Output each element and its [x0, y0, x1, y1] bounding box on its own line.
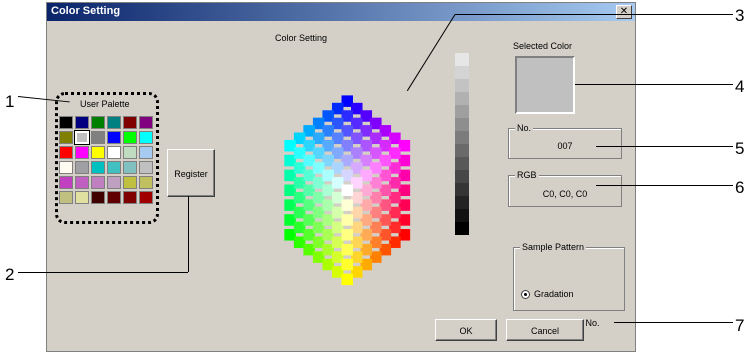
leader-3 — [455, 14, 733, 15]
rgb-value: C0, C0, C0 — [542, 189, 588, 199]
leader-2-v — [188, 196, 189, 272]
callout-4: 4 — [735, 77, 745, 96]
gray-cell[interactable] — [455, 92, 469, 105]
gray-cell[interactable] — [455, 79, 469, 92]
gray-cell[interactable] — [455, 170, 469, 183]
gray-cell[interactable] — [455, 105, 469, 118]
callout-6: 6 — [735, 178, 745, 197]
grayscale-bar[interactable] — [455, 53, 469, 235]
hex-color-cell[interactable] — [341, 258, 354, 271]
gray-cell[interactable] — [455, 131, 469, 144]
selected-color-swatch — [515, 56, 575, 114]
hex-color-cell[interactable] — [341, 184, 354, 197]
rgb-label: RGB — [515, 170, 539, 180]
gray-cell[interactable] — [455, 118, 469, 131]
leader-7 — [614, 322, 733, 323]
hex-color-cell[interactable] — [341, 229, 354, 241]
gray-cell[interactable] — [455, 53, 469, 66]
gray-cell[interactable] — [455, 144, 469, 157]
gray-cell[interactable] — [455, 183, 469, 196]
gradation-label[interactable]: Gradation — [534, 289, 574, 299]
ok-label: OK — [459, 326, 473, 336]
leader-4 — [575, 84, 733, 85]
callout-5: 5 — [735, 139, 745, 158]
gray-cell[interactable] — [455, 66, 469, 79]
cancel-button[interactable]: Cancel — [506, 319, 584, 341]
hex-color-cell[interactable] — [341, 199, 354, 211]
hex-color-cell[interactable] — [341, 243, 354, 256]
close-button[interactable]: ✕ — [616, 5, 632, 19]
gray-cell[interactable] — [455, 196, 469, 209]
number-label: No. — [515, 123, 534, 133]
user-palette-highlight — [55, 92, 159, 224]
color-setting-label: Color Setting — [275, 33, 328, 43]
leader-6 — [596, 185, 733, 186]
window-title: Color Setting — [51, 5, 121, 17]
hex-color-cell[interactable] — [341, 273, 354, 286]
register-label: Register — [174, 169, 208, 179]
gray-cell[interactable] — [455, 209, 469, 222]
title-bar: Color Setting ✕ — [47, 3, 635, 21]
selected-color-label: Selected Color — [513, 41, 573, 51]
number-group: No. 007 — [508, 123, 622, 159]
ok-button[interactable]: OK — [435, 319, 497, 341]
gradation-radio[interactable] — [521, 290, 530, 299]
callout-2: 2 — [5, 265, 15, 284]
cancel-label: Cancel — [530, 326, 559, 336]
rgb-group: RGB C0, C0, C0 — [508, 170, 622, 207]
register-button[interactable]: Register — [167, 149, 215, 197]
close-icon: ✕ — [619, 6, 629, 17]
hex-color-cell[interactable] — [341, 214, 354, 226]
leader-5 — [596, 146, 733, 147]
gray-cell[interactable] — [455, 157, 469, 170]
callout-3: 3 — [735, 6, 745, 25]
callout-1: 1 — [5, 92, 15, 111]
leader-2-h — [18, 272, 188, 273]
gray-cell[interactable] — [455, 222, 469, 235]
sample-pattern-label: Sample Pattern — [520, 242, 587, 252]
sample-pattern-group: Sample Pattern — [513, 242, 625, 311]
callout-7: 7 — [735, 316, 745, 335]
color-hexagon[interactable] — [247, 45, 447, 335]
